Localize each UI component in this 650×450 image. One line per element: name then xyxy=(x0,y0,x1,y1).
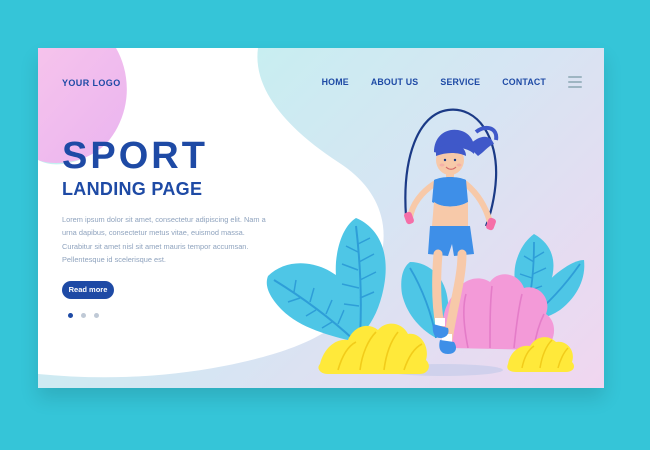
main-nav: HOME ABOUT US SERVICE CONTACT xyxy=(322,77,546,87)
hamburger-icon[interactable] xyxy=(568,76,582,88)
slide-indicator xyxy=(68,313,99,318)
slide-dot-1[interactable] xyxy=(68,313,73,318)
read-more-button[interactable]: Read more xyxy=(62,281,114,299)
nav-about-us[interactable]: ABOUT US xyxy=(371,77,419,87)
landing-page-card: YOUR LOGO HOME ABOUT US SERVICE CONTACT … xyxy=(38,48,604,388)
nav-contact[interactable]: CONTACT xyxy=(502,77,546,87)
nav-home[interactable]: HOME xyxy=(322,77,349,87)
slide-dot-2[interactable] xyxy=(81,313,86,318)
hero-description: Lorem ipsum dolor sit amet, consectetur … xyxy=(62,215,266,264)
hero-subtitle: LANDING PAGE xyxy=(62,179,203,199)
nav-service[interactable]: SERVICE xyxy=(440,77,480,87)
slide-dot-3[interactable] xyxy=(94,313,99,318)
logo[interactable]: YOUR LOGO xyxy=(62,78,121,88)
hero-title: SPORT xyxy=(62,135,208,177)
